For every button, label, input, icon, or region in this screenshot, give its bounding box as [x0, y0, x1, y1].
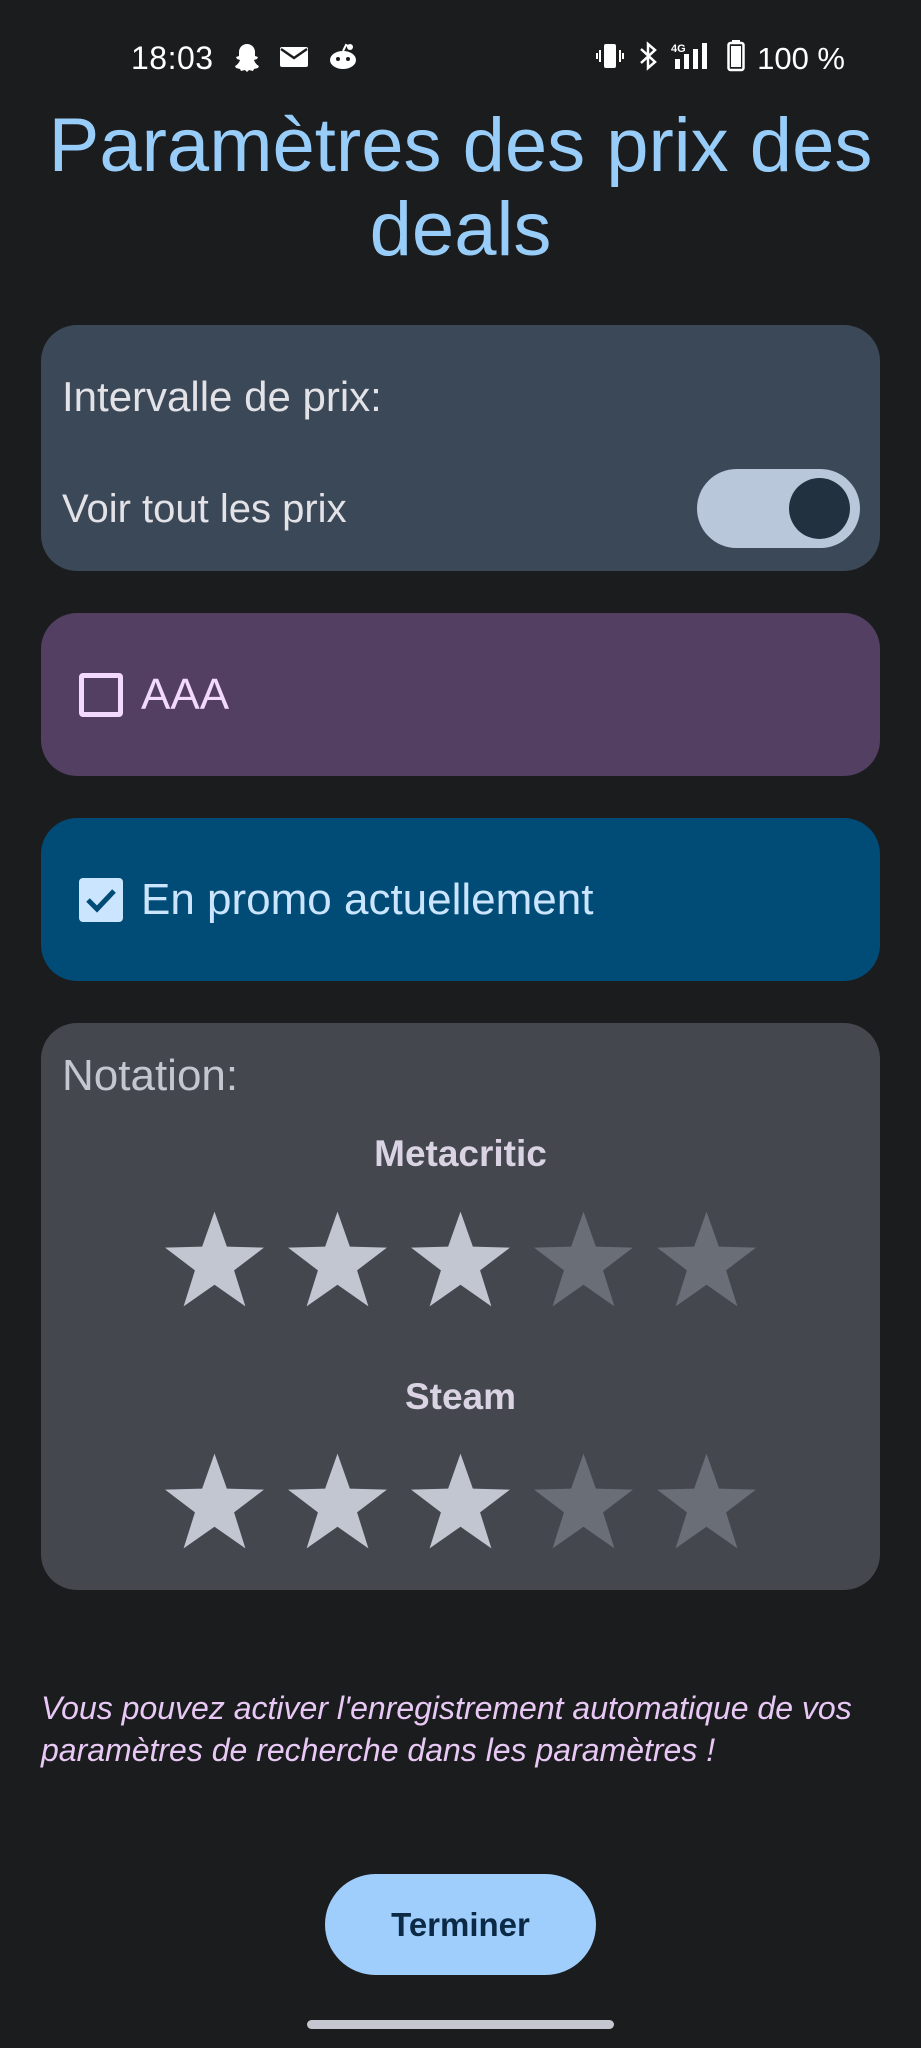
steam-star-5-icon[interactable]: [655, 1451, 758, 1551]
steam-star-1-icon[interactable]: [163, 1451, 266, 1551]
status-bar: 18:03 4G 100 %: [0, 0, 921, 120]
steam-stars[interactable]: [41, 1451, 880, 1551]
metacritic-label: Metacritic: [374, 1133, 547, 1174]
aaa-filter-card[interactable]: AAA: [41, 613, 880, 776]
battery-level: 100 %: [757, 40, 845, 76]
price-interval-card: Intervalle de prix: Voir tout les prix: [41, 325, 880, 571]
toggle-knob: [789, 478, 850, 539]
metacritic-stars[interactable]: [41, 1209, 880, 1309]
rating-card: Notation: Metacritic Steam: [41, 1023, 880, 1590]
battery-icon: [727, 40, 745, 77]
promo-filter-row: En promo actuellement: [79, 818, 593, 981]
reddit-icon: [327, 43, 359, 76]
steam-star-3-icon[interactable]: [409, 1451, 512, 1551]
steam-star-4-icon[interactable]: [532, 1451, 635, 1551]
signal-4g-icon: 4G: [671, 41, 715, 76]
checkmark-icon: [86, 888, 116, 913]
vibrate-icon: [595, 42, 625, 75]
show-all-prices-toggle[interactable]: [697, 469, 860, 548]
show-all-prices-label: Voir tout les prix: [62, 487, 347, 531]
svg-text:4G: 4G: [671, 43, 686, 55]
mail-icon: [279, 45, 309, 74]
rating-title: Notation:: [62, 1051, 239, 1100]
aaa-label: AAA: [141, 669, 230, 719]
system-icons: 4G 100 %: [595, 40, 845, 77]
promo-label: En promo actuellement: [141, 874, 594, 924]
notification-icons: [233, 42, 359, 77]
bluetooth-icon: [637, 41, 659, 76]
auto-save-hint: Vous pouvez activer l'enregistrement aut…: [41, 1690, 852, 1768]
metacritic-star-1-icon[interactable]: [163, 1209, 266, 1309]
metacritic-star-3-icon[interactable]: [409, 1209, 512, 1309]
gesture-nav-handle[interactable]: [307, 2020, 614, 2029]
metacritic-star-4-icon[interactable]: [532, 1209, 635, 1309]
page-title: Paramètres des prix des deals: [48, 103, 873, 272]
snapchat-icon: [233, 42, 261, 77]
promo-checkbox[interactable]: [79, 877, 123, 922]
aaa-checkbox[interactable]: [79, 672, 123, 717]
metacritic-star-2-icon[interactable]: [286, 1209, 389, 1309]
finish-button[interactable]: Terminer: [325, 1874, 596, 1975]
steam-label: Steam: [404, 1376, 517, 1417]
aaa-filter-row: AAA: [79, 613, 229, 776]
metacritic-star-5-icon[interactable]: [655, 1209, 758, 1309]
steam-star-2-icon[interactable]: [286, 1451, 389, 1551]
price-interval-label: Intervalle de prix:: [62, 373, 382, 420]
status-time: 18:03: [131, 40, 214, 76]
promo-filter-card[interactable]: En promo actuellement: [41, 818, 880, 981]
